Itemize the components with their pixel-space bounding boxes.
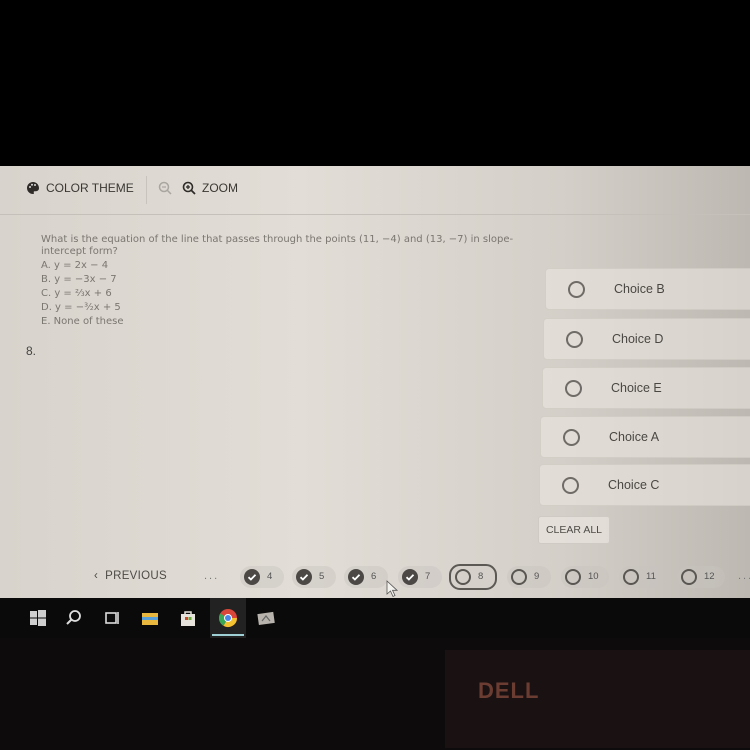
question-number-label: 12 <box>704 571 715 582</box>
unanswered-circle-icon <box>511 569 527 585</box>
radio-button[interactable] <box>568 281 585 298</box>
radio-button[interactable] <box>566 331 583 348</box>
question-nav-6[interactable]: 6 <box>344 566 388 588</box>
choice-label: Choice E <box>611 381 662 395</box>
color-theme-button[interactable]: COLOR THEME <box>26 181 134 195</box>
laptop-bezel <box>0 638 750 750</box>
question-number-label: 9 <box>534 571 540 582</box>
zoom-in-icon <box>182 181 196 195</box>
question-nav-10[interactable]: 10 <box>561 566 609 588</box>
zoom-out-button[interactable] <box>158 181 172 195</box>
question-nav-7[interactable]: 7 <box>398 566 442 588</box>
question-content: What is the equation of the line that pa… <box>41 234 531 328</box>
mouse-cursor-icon <box>386 580 398 598</box>
question-number-label: 6 <box>371 571 377 582</box>
unanswered-circle-icon <box>681 569 697 585</box>
previous-button[interactable]: ‹ PREVIOUS <box>94 570 167 582</box>
choice-option[interactable]: Choice A <box>540 416 750 458</box>
active-app-indicator <box>212 634 244 636</box>
dell-logo: DELL <box>478 678 540 703</box>
question-nav-5[interactable]: 5 <box>292 566 336 588</box>
toolbar-divider <box>146 176 147 204</box>
chevron-left-icon: ‹ <box>94 570 106 582</box>
choice-option[interactable]: Choice B <box>545 268 750 310</box>
clear-all-button[interactable]: CLEAR ALL <box>538 516 610 544</box>
choice-label: Choice C <box>608 478 660 492</box>
question-nav-4[interactable]: 4 <box>240 566 284 588</box>
unanswered-circle-icon <box>565 569 581 585</box>
check-icon <box>348 569 364 585</box>
chrome-icon <box>218 609 237 628</box>
choice-label: Choice A <box>609 430 660 444</box>
choice-option[interactable]: Choice D <box>543 318 750 360</box>
question-number-label: 8 <box>478 571 484 582</box>
toolbar: COLOR THEME ZOOM <box>0 166 750 215</box>
question-nav-12[interactable]: 12 <box>677 566 725 588</box>
question-option-e: E. None of these <box>41 316 124 327</box>
file-explorer-icon[interactable] <box>140 608 160 628</box>
choice-option[interactable]: Choice E <box>542 367 750 409</box>
check-icon <box>402 569 418 585</box>
check-icon <box>296 569 312 585</box>
radio-button[interactable] <box>562 477 579 494</box>
taskbar <box>0 598 750 638</box>
question-number-label: 7 <box>425 571 431 582</box>
task-view-icon[interactable] <box>102 608 122 628</box>
question-number: 8. <box>26 344 37 358</box>
store-icon[interactable] <box>178 608 198 628</box>
question-number-label: 10 <box>588 571 599 582</box>
question-nav-9[interactable]: 9 <box>507 566 551 588</box>
choice-label: Choice D <box>612 332 664 346</box>
question-nav-8[interactable]: 8 <box>449 564 497 590</box>
question-option-a: A. y = 2x − 4 <box>41 260 109 271</box>
zoom-in-button[interactable]: ZOOM <box>182 181 238 195</box>
question-number-label: 11 <box>646 571 656 582</box>
palette-icon <box>27 182 39 194</box>
choice-option[interactable]: Choice C <box>539 464 750 506</box>
chrome-taskbar-button[interactable] <box>210 598 246 638</box>
question-option-b: B. y = −3x − 7 <box>41 274 117 285</box>
radio-button[interactable] <box>565 380 582 397</box>
windows-start-icon[interactable] <box>28 608 48 628</box>
question-navigation: ‹ PREVIOUS ... 4 5 6 7 8 9 10 11 12 .. <box>0 562 750 594</box>
app-icon[interactable] <box>256 608 276 628</box>
question-number-label: 4 <box>267 571 273 582</box>
question-option-c: C. y = ⅔x + 6 <box>41 288 112 299</box>
zoom-out-icon <box>158 181 172 195</box>
question-nav-11[interactable]: 11 <box>619 566 667 588</box>
search-icon[interactable] <box>64 608 84 628</box>
ellipsis-end: ... <box>738 570 750 582</box>
question-number-label: 5 <box>319 571 325 582</box>
unanswered-circle-icon <box>623 569 639 585</box>
radio-button[interactable] <box>563 429 580 446</box>
previous-label: PREVIOUS <box>105 570 167 582</box>
choice-label: Choice B <box>614 282 665 296</box>
check-icon <box>244 569 260 585</box>
question-option-d: D. y = −³⁄₂x + 5 <box>41 302 121 313</box>
question-text: What is the equation of the line that pa… <box>41 234 514 257</box>
browser-screen: COLOR THEME ZOOM What is the equation of… <box>0 166 750 598</box>
zoom-label: ZOOM <box>202 181 238 195</box>
ellipsis: ... <box>204 570 220 582</box>
unanswered-circle-icon <box>455 569 471 585</box>
color-theme-label: COLOR THEME <box>46 181 134 195</box>
